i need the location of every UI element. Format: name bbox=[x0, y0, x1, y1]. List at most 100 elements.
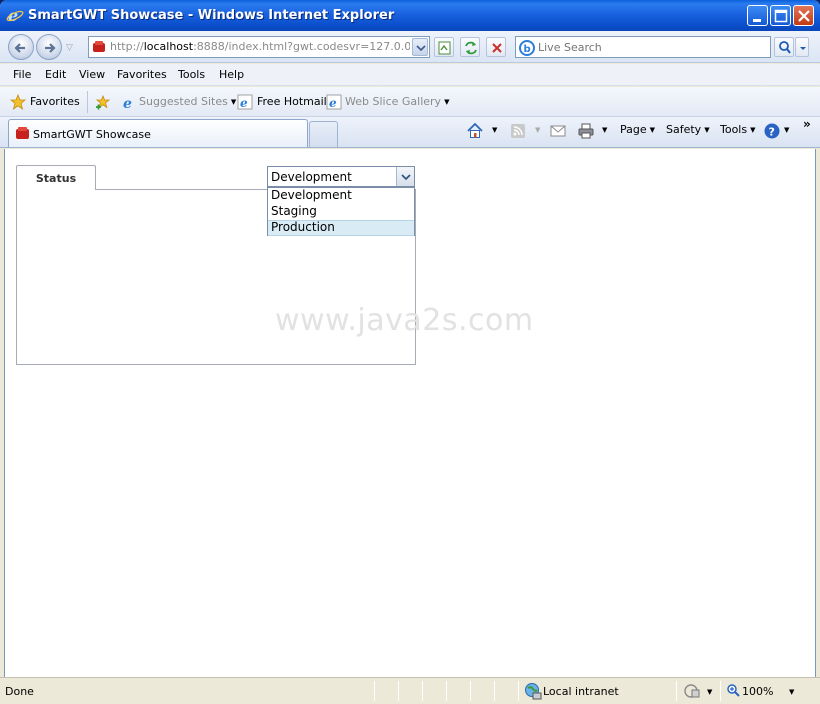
forward-button[interactable] bbox=[36, 34, 62, 60]
page-content: Status Development Development Staging P… bbox=[4, 149, 816, 677]
maximize-icon bbox=[774, 9, 788, 23]
option-staging[interactable]: Staging bbox=[268, 204, 414, 220]
status-divider bbox=[518, 681, 519, 701]
web-slice-icon: e bbox=[326, 94, 342, 110]
gwt-favicon bbox=[93, 41, 105, 52]
search-box[interactable]: b bbox=[515, 36, 771, 58]
tab-status[interactable]: Status bbox=[16, 165, 96, 190]
browser-tab-active[interactable]: SmartGWT Showcase bbox=[8, 119, 308, 147]
stop-button[interactable] bbox=[486, 37, 506, 57]
environment-select-value: Development bbox=[271, 170, 352, 184]
refresh-icon bbox=[465, 41, 477, 55]
recent-pages-dropdown-icon[interactable]: ▽ bbox=[66, 43, 73, 53]
home-icon[interactable] bbox=[466, 122, 484, 140]
more-commands-chevron-icon[interactable]: » bbox=[803, 117, 811, 131]
favorites-bar: Favorites e Suggested Sites ▼ e Free Hotm… bbox=[0, 87, 820, 117]
browser-tab-label: SmartGWT Showcase bbox=[33, 128, 151, 141]
ie-page-icon: e bbox=[237, 94, 253, 110]
close-icon bbox=[798, 10, 810, 22]
help-dropdown[interactable]: ▼ bbox=[781, 123, 789, 136]
compatibility-view-icon bbox=[438, 41, 451, 55]
feeds-icon[interactable] bbox=[509, 122, 527, 140]
svg-text:e: e bbox=[123, 96, 132, 110]
local-intranet-globe-icon bbox=[525, 683, 542, 700]
back-arrow-icon bbox=[14, 43, 25, 53]
menu-favorites[interactable]: Favorites bbox=[117, 68, 167, 81]
internet-explorer-icon: e bbox=[6, 6, 24, 24]
protected-mode-icon[interactable] bbox=[683, 683, 701, 699]
live-search-logo-icon: b bbox=[519, 40, 535, 56]
protected-mode-dropdown[interactable]: ▼ bbox=[704, 685, 712, 698]
compatibility-view-button[interactable] bbox=[434, 37, 454, 57]
status-divider bbox=[422, 681, 423, 701]
minimize-button[interactable] bbox=[747, 5, 768, 26]
ie-page-icon: e bbox=[123, 96, 132, 110]
svg-text:e: e bbox=[329, 96, 337, 110]
search-button[interactable] bbox=[774, 37, 794, 57]
tab-bar: SmartGWT Showcase ▼ ▼ ▼ Page ▼ Safety ▼ To… bbox=[0, 117, 820, 148]
status-divider bbox=[470, 681, 471, 701]
environment-picklist: Development Staging Production bbox=[267, 187, 415, 236]
add-to-favorites-bar-icon[interactable] bbox=[95, 94, 111, 110]
status-bar: Done Local intranet ▼ 100% ▼ bbox=[0, 677, 820, 704]
refresh-button[interactable] bbox=[460, 37, 480, 57]
watermark-text: www.java2s.com bbox=[275, 303, 534, 338]
search-options-dropdown[interactable] bbox=[795, 37, 809, 57]
mail-icon[interactable] bbox=[549, 122, 567, 140]
address-toolbar: ▽ http://localhost:8888/index.html?gwt.c… bbox=[0, 31, 820, 63]
zoom-dropdown[interactable]: ▼ bbox=[786, 685, 794, 698]
browser-window: e SmartGWT Showcase - Windows Internet E… bbox=[0, 0, 820, 704]
menu-edit[interactable]: Edit bbox=[45, 68, 66, 81]
safety-menu-button[interactable]: Safety ▼ bbox=[666, 123, 710, 136]
option-development[interactable]: Development bbox=[268, 188, 414, 204]
select-dropdown-button[interactable] bbox=[396, 167, 414, 186]
svg-text:e: e bbox=[240, 96, 248, 110]
print-icon[interactable] bbox=[577, 122, 595, 140]
magnifier-icon bbox=[779, 41, 791, 54]
menu-tools[interactable]: Tools bbox=[178, 68, 205, 81]
home-dropdown[interactable]: ▼ bbox=[489, 123, 497, 136]
forward-arrow-icon bbox=[45, 43, 56, 53]
search-input[interactable] bbox=[538, 39, 768, 55]
title-bar: e SmartGWT Showcase - Windows Internet E… bbox=[0, 0, 820, 31]
stop-icon bbox=[492, 43, 502, 53]
tools-menu-button[interactable]: Tools ▼ bbox=[720, 123, 756, 136]
help-icon[interactable]: ? bbox=[763, 122, 781, 140]
back-button[interactable] bbox=[8, 34, 34, 60]
caret-down-icon bbox=[800, 47, 806, 50]
close-window-button[interactable] bbox=[793, 5, 814, 26]
security-zone-label[interactable]: Local intranet bbox=[543, 685, 619, 698]
minimize-icon bbox=[753, 19, 761, 22]
menu-file[interactable]: File bbox=[13, 68, 31, 81]
option-production[interactable]: Production bbox=[268, 220, 414, 236]
new-tab-button[interactable] bbox=[309, 121, 338, 147]
gwt-favicon bbox=[16, 127, 29, 139]
menu-view[interactable]: View bbox=[79, 68, 105, 81]
address-url: http://localhost:8888/index.html?gwt.cod… bbox=[110, 40, 410, 53]
favorites-button[interactable]: Favorites bbox=[30, 95, 80, 108]
svg-text:b: b bbox=[524, 44, 531, 55]
status-divider bbox=[676, 681, 677, 701]
environment-select[interactable]: Development bbox=[267, 166, 415, 187]
free-hotmail-link[interactable]: Free Hotmail bbox=[257, 95, 327, 108]
favorites-star-icon[interactable] bbox=[10, 94, 26, 110]
favorites-separator bbox=[87, 91, 88, 113]
menu-bar: File Edit View Favorites Tools Help bbox=[0, 64, 820, 86]
status-divider bbox=[720, 681, 721, 701]
status-divider bbox=[494, 681, 495, 701]
status-text: Done bbox=[5, 685, 34, 698]
print-dropdown[interactable]: ▼ bbox=[599, 123, 607, 136]
web-slice-gallery-link[interactable]: Web Slice Gallery ▼ bbox=[345, 95, 449, 108]
page-menu-button[interactable]: Page ▼ bbox=[620, 123, 655, 136]
address-field[interactable]: http://localhost:8888/index.html?gwt.cod… bbox=[88, 36, 430, 58]
feeds-dropdown[interactable]: ▼ bbox=[532, 123, 540, 136]
menu-help[interactable]: Help bbox=[219, 68, 244, 81]
suggested-sites-link[interactable]: Suggested Sites ▼ bbox=[139, 95, 236, 108]
address-dropdown-button[interactable] bbox=[412, 38, 428, 56]
tab-status-label: Status bbox=[35, 172, 77, 185]
status-divider bbox=[398, 681, 399, 701]
zoom-level[interactable]: 100% bbox=[742, 685, 773, 698]
maximize-button[interactable] bbox=[770, 5, 791, 26]
chevron-down-icon bbox=[401, 174, 411, 181]
status-divider bbox=[374, 681, 375, 701]
